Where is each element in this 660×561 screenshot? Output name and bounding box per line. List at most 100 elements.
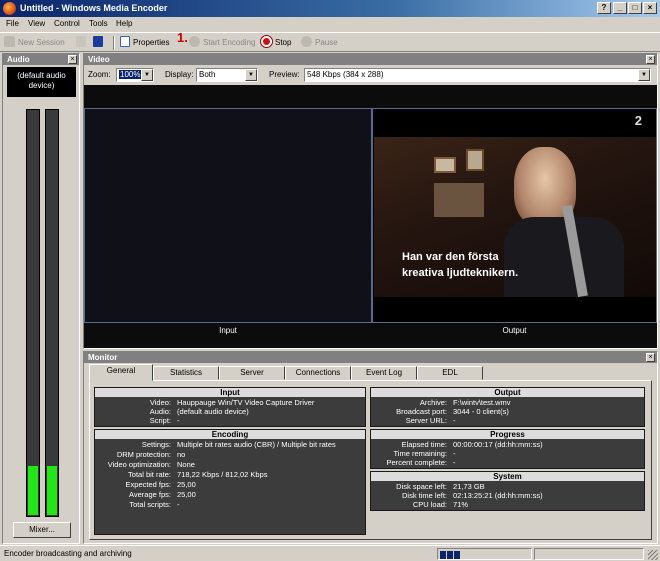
monitor-pane-close-icon[interactable]: × [646, 353, 655, 362]
zoom-select[interactable]: 100% ▼ [116, 68, 154, 82]
stop-icon [261, 36, 272, 47]
row-label: Average fps: [129, 490, 171, 499]
monitor-pane-header: Monitor [84, 352, 657, 363]
row-label: Total bit rate: [128, 470, 171, 479]
audio-device-display: (default audio device) [7, 67, 76, 97]
menu-bar: File View Control Tools Help [0, 17, 660, 32]
chevron-down-icon[interactable]: ▼ [638, 69, 650, 81]
monitor-pane: Monitor × General Statistics Server Conn… [83, 351, 658, 544]
row-label: Settings: [141, 440, 171, 449]
properties-icon [120, 36, 130, 47]
pause-label: Pause [315, 38, 338, 47]
row-value: 25,00 [177, 480, 196, 489]
resize-grip-icon[interactable] [648, 550, 658, 560]
wall-picture-frame [434, 157, 456, 173]
video-pane-header: Video [84, 54, 657, 65]
video-display-area: 2 Han var den första kreativa ljudteknik… [84, 85, 657, 348]
window-title: Untitled - Windows Media Encoder [20, 3, 168, 13]
tab-connections[interactable]: Connections [285, 366, 351, 380]
row-label: Total scripts: [129, 500, 171, 509]
tab-server[interactable]: Server [219, 366, 285, 380]
menu-help[interactable]: Help [116, 19, 132, 28]
status-text: Encoder broadcasting and archiving [4, 549, 132, 558]
tab-statistics[interactable]: Statistics [153, 366, 219, 380]
start-encoding-label: Start Encoding [203, 38, 256, 47]
input-group: Input Video: Hauppauge Win/TV Video Captu… [94, 387, 366, 427]
output-caption: Output [502, 326, 527, 335]
video-pane-title: Video [88, 55, 110, 64]
row-label: DRM protection: [116, 450, 171, 459]
new-session-label: New Session [18, 38, 65, 47]
audio-level-meter-left [26, 109, 40, 517]
encoding-group-title: Encoding [95, 430, 365, 439]
properties-button[interactable]: Properties [120, 36, 169, 50]
new-session-button[interactable]: New Session [4, 36, 65, 50]
stop-label: Stop [275, 38, 292, 47]
encoding-group: Encoding Settings: Multiple bit rates aud… [94, 429, 366, 535]
row-label: Time remaining: [393, 449, 448, 458]
windows-media-encoder-app-icon[interactable] [3, 2, 16, 15]
row-label: Broadcast port: [396, 407, 447, 416]
row-label: Expected fps: [125, 480, 171, 489]
preview-select[interactable]: 548 Kbps (384 x 288) ▼ [304, 68, 651, 82]
status-panel-empty [534, 548, 644, 560]
row-value: - [453, 449, 456, 458]
row-value: F:\wintv\test.wmv [453, 398, 511, 407]
zoom-value: 100% [119, 70, 142, 79]
tab-general[interactable]: General [89, 364, 153, 381]
chevron-down-icon[interactable]: ▼ [141, 69, 153, 81]
status-bar: Encoder broadcasting and archiving [0, 545, 660, 561]
tab-event-log[interactable]: Event Log [351, 366, 417, 380]
save-button[interactable] [93, 36, 106, 50]
menu-view[interactable]: View [28, 19, 45, 28]
row-label: Percent complete: [386, 458, 447, 467]
row-value: - [177, 416, 180, 425]
menu-tools[interactable]: Tools [89, 19, 108, 28]
row-label: Server URL: [405, 416, 447, 425]
tab-edl[interactable]: EDL [417, 366, 483, 380]
row-value: Multiple bit rates audio (CBR) / Multipl… [177, 440, 336, 449]
save-icon [93, 36, 103, 47]
display-select[interactable]: Both ▼ [196, 68, 258, 82]
title-bar[interactable]: Untitled - Windows Media Encoder ? _ □ × [0, 0, 660, 17]
audio-level-meter-right [45, 109, 59, 517]
open-button[interactable] [76, 36, 89, 50]
row-label: Audio: [149, 407, 171, 416]
help-context-button[interactable]: ? [597, 2, 611, 14]
display-value: Both [199, 70, 216, 79]
row-value: - [453, 458, 456, 467]
menu-control[interactable]: Control [54, 19, 80, 28]
output-group: Output Archive: F:\wintv\test.wmv Broadca… [370, 387, 645, 427]
stop-button[interactable]: Stop [261, 36, 291, 50]
row-value: 25,00 [177, 490, 196, 499]
row-value: None [177, 460, 195, 469]
activity-block [440, 551, 446, 559]
start-encoding-button[interactable]: Start Encoding [189, 36, 255, 50]
mixer-button[interactable]: Mixer... [13, 522, 71, 538]
general-tab-panel: Input Video: Hauppauge Win/TV Video Captu… [89, 380, 652, 540]
audio-pane-close-icon[interactable]: × [68, 55, 77, 64]
minimize-button[interactable]: _ [613, 2, 627, 14]
toolbar: New Session Properties 1. Start Encoding… [0, 31, 660, 52]
pause-button[interactable]: Pause [301, 36, 338, 50]
chevron-down-icon[interactable]: ▼ [245, 69, 257, 81]
audio-pane: Audio × (default audio device) Mixer... [2, 53, 80, 544]
row-label: Elapsed time: [401, 440, 447, 449]
video-subtitle: Han var den första kreativa ljudtekniker… [402, 249, 518, 281]
background-shelf [434, 183, 484, 217]
row-value: - [453, 416, 456, 425]
menu-file[interactable]: File [6, 19, 19, 28]
wall-picture-frame [466, 149, 484, 171]
maximize-button[interactable]: □ [628, 2, 642, 14]
video-pane: Video × Zoom: 100% ▼ Display: Both ▼ Pre… [83, 53, 658, 349]
output-video-frame: 2 Han var den första kreativa ljudteknik… [374, 109, 656, 322]
activity-block [447, 551, 453, 559]
row-label: Disk space left: [396, 482, 447, 491]
audio-level-left-fill [28, 466, 38, 515]
video-pane-close-icon[interactable]: × [646, 55, 655, 64]
row-value: no [177, 450, 186, 459]
row-value: Hauppauge Win/TV Video Capture Driver [177, 398, 315, 407]
close-button[interactable]: × [643, 2, 657, 14]
row-value: 02:13:25:21 (dd:hh:mm:ss) [453, 491, 543, 500]
preview-value: 548 Kbps (384 x 288) [307, 70, 384, 79]
